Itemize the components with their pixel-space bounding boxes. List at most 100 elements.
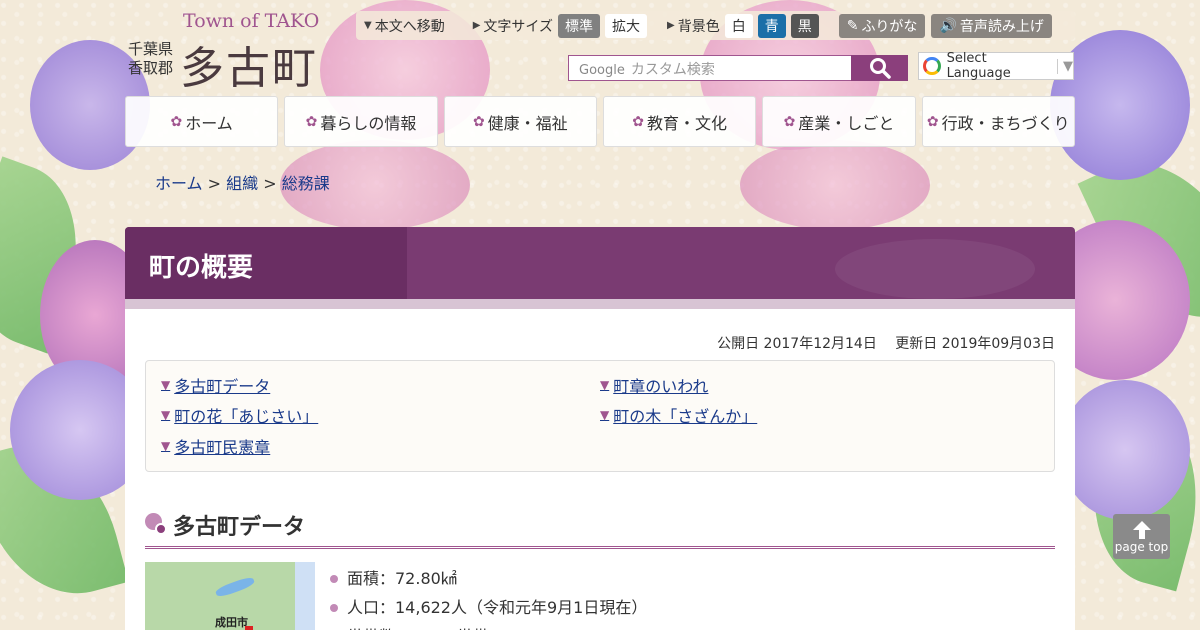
nav-item-label: 行政・まちづくり [941, 113, 1070, 133]
google-icon [923, 57, 941, 75]
flower-icon: ✿ [783, 113, 796, 130]
hydrangea-decoration [1060, 380, 1190, 520]
pencil-icon: ✎ [846, 17, 859, 34]
bg-white-button[interactable]: 白 [724, 13, 753, 38]
nav-item-administration[interactable]: ✿ 行政・まちづくり [921, 96, 1075, 147]
logo-district: 香取郡 [128, 59, 174, 77]
fact-text: 世帯数：5,973世帯 [347, 622, 489, 630]
nav-item-education[interactable]: ✿ 教育・文化 [602, 96, 757, 147]
search-button[interactable] [851, 55, 908, 81]
bullet-icon [330, 574, 338, 583]
breadcrumb-organization-link[interactable]: 組織 [226, 174, 258, 193]
bg-color-label: 背景色 [677, 18, 720, 35]
triangle-down-icon: ▼ [600, 408, 610, 422]
breadcrumb-general-affairs-link[interactable]: 総務課 [282, 174, 330, 193]
page-top-button[interactable]: page top [1113, 514, 1170, 559]
read-aloud-button[interactable]: 🔊 音声読み上げ [931, 13, 1052, 38]
nav-item-label: 暮らしの情報 [320, 113, 417, 133]
language-label: Select Language [946, 51, 1011, 81]
list-item: 面積：72.80㎢ [330, 564, 647, 593]
nav-item-label: 教育・文化 [647, 113, 728, 133]
nav-item-living[interactable]: ✿ 暮らしの情報 [284, 96, 438, 147]
search-input[interactable]: Google カスタム検索 [568, 55, 852, 81]
triangle-down-icon: ▼ [161, 408, 171, 422]
toc-link-label: 町章のいわれ [613, 377, 709, 396]
speaker-icon: 🔊 [939, 17, 957, 34]
published-date: 公開日 2017年12月14日 [717, 336, 877, 352]
nav-item-industry[interactable]: ✿ 産業・しごと [762, 96, 916, 147]
bullet-icon [330, 603, 338, 612]
breadcrumb: ホーム > 組織 > 総務課 [155, 170, 330, 194]
triangle-right-icon: ▶ [667, 20, 675, 31]
toc-link[interactable]: ▼ 町の木「さざんか」 [600, 403, 757, 427]
town-location-map: 成田市 [145, 562, 315, 630]
breadcrumb-separator: > [263, 174, 277, 193]
section-heading: 多古町データ [145, 507, 1055, 549]
font-size-label: 文字サイズ [483, 18, 553, 35]
logo-prefecture: 千葉県 [128, 40, 174, 58]
map-label: 成田市 [215, 616, 248, 629]
nav-item-label: 健康・福祉 [487, 113, 568, 133]
map-marker-icon [245, 626, 253, 630]
skip-label: 本文へ移動 [374, 18, 445, 35]
town-facts-list: 面積：72.80㎢ 人口：14,622人（令和元年9月1日現在） 世帯数：5,9… [330, 564, 647, 630]
logo-region: 千葉県 香取郡 [128, 40, 173, 78]
table-of-contents: ▼ 多古町データ ▼ 町章のいわれ ▼ 町の花「あじさい」 ▼ 町の木「さざんか」 ▼ 多… [145, 360, 1055, 472]
main-content: 公開日 2017年12月14日 更新日 2019年09月03日 ▼ 多古町データ … [125, 309, 1075, 630]
page-dates: 公開日 2017年12月14日 更新日 2019年09月03日 [717, 333, 1055, 353]
chevron-down-icon: ▼ [1057, 58, 1073, 74]
hydrangea-decoration [740, 140, 930, 230]
font-standard-button[interactable]: 標準 [558, 13, 600, 38]
page-title: 町の概要 [149, 253, 254, 283]
logo-town-name: 多古町 [180, 43, 318, 94]
page-top-label: page top [1114, 539, 1169, 554]
background-color-control: ▶ 背景色 白 青 黒 [667, 13, 819, 38]
circle-dots-icon [145, 513, 169, 537]
list-item: 世帯数：5,973世帯 [330, 622, 647, 630]
bg-black-button[interactable]: 黒 [790, 13, 819, 38]
triangle-down-icon: ▼ [364, 20, 372, 31]
updated-date: 更新日 2019年09月03日 [895, 336, 1055, 352]
search-icon [869, 58, 891, 79]
utility-bar: ▼ 本文へ移動 ▶ 文字サイズ 標準 拡大 ▶ 背景色 白 青 黒 ✎ ふりがな… [356, 11, 1075, 40]
flower-icon: ✿ [632, 113, 644, 130]
bg-blue-button[interactable]: 青 [757, 13, 786, 38]
section-title: 多古町データ [173, 515, 306, 540]
flower-icon: ✿ [926, 113, 939, 130]
search-brand: Google [579, 63, 625, 78]
fact-text: 面積：72.80㎢ [347, 569, 457, 588]
toc-link[interactable]: ▼ 多古町データ [161, 373, 270, 397]
title-underline [125, 299, 1075, 309]
triangle-right-icon: ▶ [472, 20, 481, 31]
logo-english: Town of TAKO [183, 10, 320, 32]
toc-link-label: 町の花「あじさい」 [174, 407, 319, 426]
breadcrumb-home-link[interactable]: ホーム [155, 174, 203, 193]
search-placeholder: カスタム検索 [630, 62, 715, 78]
toc-link-label: 多古町データ [174, 377, 271, 396]
nav-item-home[interactable]: ✿ ホーム [125, 96, 279, 147]
nav-item-health[interactable]: ✿ 健康・福祉 [443, 96, 597, 147]
toc-link[interactable]: ▼ 町章のいわれ [600, 373, 708, 397]
triangle-down-icon: ▼ [161, 378, 171, 392]
flower-icon: ✿ [170, 113, 183, 130]
toc-link-label: 多古町民憲章 [174, 438, 271, 457]
list-item: 人口：14,622人（令和元年9月1日現在） [330, 593, 647, 622]
flower-icon: ✿ [305, 113, 318, 130]
arrow-up-icon [1132, 520, 1151, 539]
flower-icon: ✿ [472, 113, 485, 130]
language-select[interactable]: Select Language ▼ [918, 51, 1074, 81]
skip-to-content-link[interactable]: ▼ 本文へ移動 [364, 16, 445, 36]
nav-item-label: 産業・しごと [798, 113, 895, 133]
site-logo[interactable]: Town of TAKO 千葉県 香取郡 多古町 [128, 10, 328, 94]
toc-link[interactable]: ▼ 町の花「あじさい」 [161, 403, 318, 427]
toc-link[interactable]: ▼ 多古町民憲章 [161, 434, 270, 458]
toc-link-label: 町の木「さざんか」 [613, 407, 758, 426]
font-large-button[interactable]: 拡大 [605, 13, 647, 38]
furigana-button[interactable]: ✎ ふりがな [838, 13, 926, 38]
page-title-band: 町の概要 [125, 227, 1075, 299]
read-aloud-label: 音声読み上げ [959, 18, 1044, 35]
global-nav: ✿ ホーム ✿ 暮らしの情報 ✿ 健康・福祉 ✿ 教育・文化 ✿ 産業・しごと ✿ 行政・ま… [125, 96, 1075, 147]
furigana-label: ふりがな [861, 18, 918, 35]
breadcrumb-separator: > [207, 174, 222, 193]
triangle-down-icon: ▼ [161, 439, 171, 453]
